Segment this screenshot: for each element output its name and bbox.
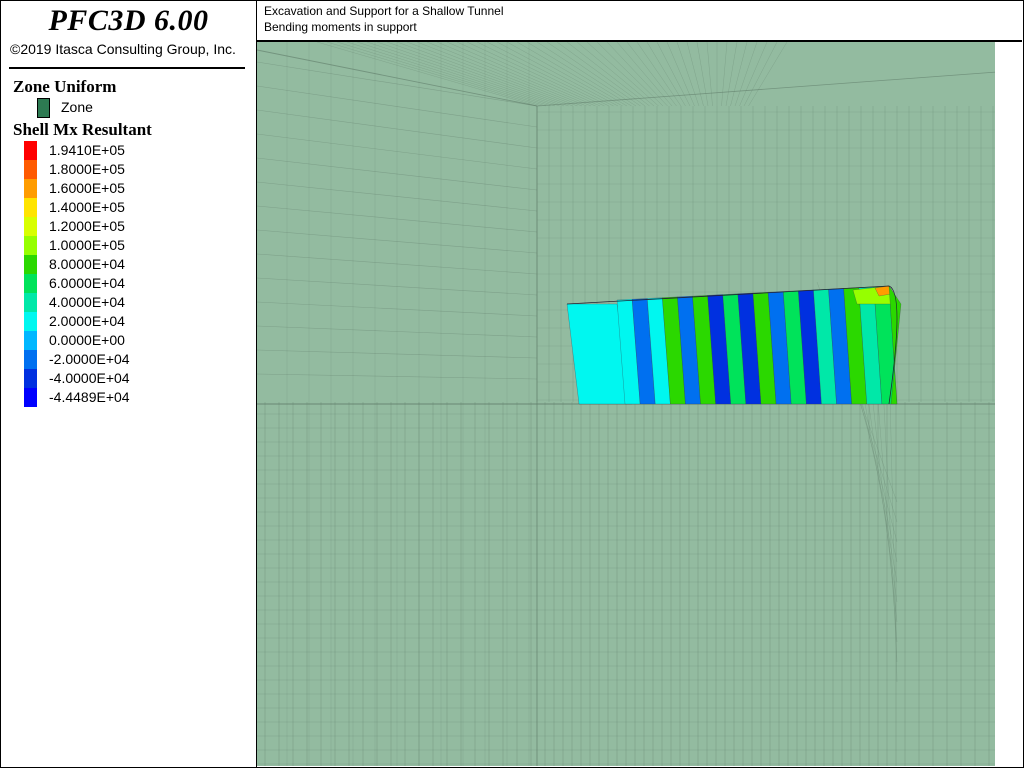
legend-value-label: 2.0000E+04 bbox=[49, 313, 125, 329]
legend-color-swatch bbox=[24, 236, 37, 255]
viewport-margin bbox=[995, 42, 1022, 766]
shell-legend-title: Shell Mx Resultant bbox=[13, 120, 152, 139]
legend-color-swatch bbox=[24, 369, 37, 388]
legend-color-swatch bbox=[24, 388, 37, 407]
legend-value-label: 1.9410E+05 bbox=[49, 142, 125, 158]
zone-color-swatch bbox=[37, 98, 50, 118]
legend-value-label: 1.8000E+05 bbox=[49, 161, 125, 177]
legend-color-swatch bbox=[24, 217, 37, 236]
legend-color-swatch bbox=[24, 274, 37, 293]
app-title: PFC3D 6.00 bbox=[48, 4, 209, 37]
title-divider bbox=[9, 67, 245, 69]
model-view-svg bbox=[257, 42, 1022, 766]
zone-legend-label: Zone bbox=[61, 99, 93, 115]
legend-value-label: 1.4000E+05 bbox=[49, 199, 125, 215]
legend-color-swatch bbox=[24, 198, 37, 217]
legend-panel: PFC3D 6.00 ©2019 Itasca Consulting Group… bbox=[1, 1, 257, 767]
model-viewport[interactable] bbox=[257, 42, 1022, 766]
legend-color-swatch bbox=[24, 312, 37, 331]
tunnel-shell-support bbox=[566, 285, 902, 405]
legend-value-label: 0.0000E+00 bbox=[49, 332, 125, 348]
legend-color-swatch bbox=[24, 255, 37, 274]
legend-color-swatch bbox=[24, 350, 37, 369]
legend-value-label: 4.0000E+04 bbox=[49, 294, 125, 310]
legend-value-label: -4.4489E+04 bbox=[49, 389, 130, 405]
legend-value-label: 1.6000E+05 bbox=[49, 180, 125, 196]
legend-color-swatch bbox=[24, 160, 37, 179]
zone-legend-title: Zone Uniform bbox=[13, 77, 117, 96]
legend-color-swatch bbox=[24, 179, 37, 198]
legend-value-label: 1.0000E+05 bbox=[49, 237, 125, 253]
legend-value-label: -4.0000E+04 bbox=[49, 370, 130, 386]
copyright-text: ©2019 Itasca Consulting Group, Inc. bbox=[10, 41, 236, 57]
legend-value-label: 8.0000E+04 bbox=[49, 256, 125, 272]
legend-color-swatch bbox=[24, 293, 37, 312]
plot-title-line-2: Bending moments in support bbox=[264, 20, 417, 34]
legend-color-swatch bbox=[24, 141, 37, 160]
plot-title-line-1: Excavation and Support for a Shallow Tun… bbox=[264, 4, 504, 18]
plot-header: Excavation and Support for a Shallow Tun… bbox=[257, 1, 1022, 42]
legend-value-label: 6.0000E+04 bbox=[49, 275, 125, 291]
legend-color-swatch bbox=[24, 331, 37, 350]
legend-value-label: -2.0000E+04 bbox=[49, 351, 130, 367]
legend-value-label: 1.2000E+05 bbox=[49, 218, 125, 234]
